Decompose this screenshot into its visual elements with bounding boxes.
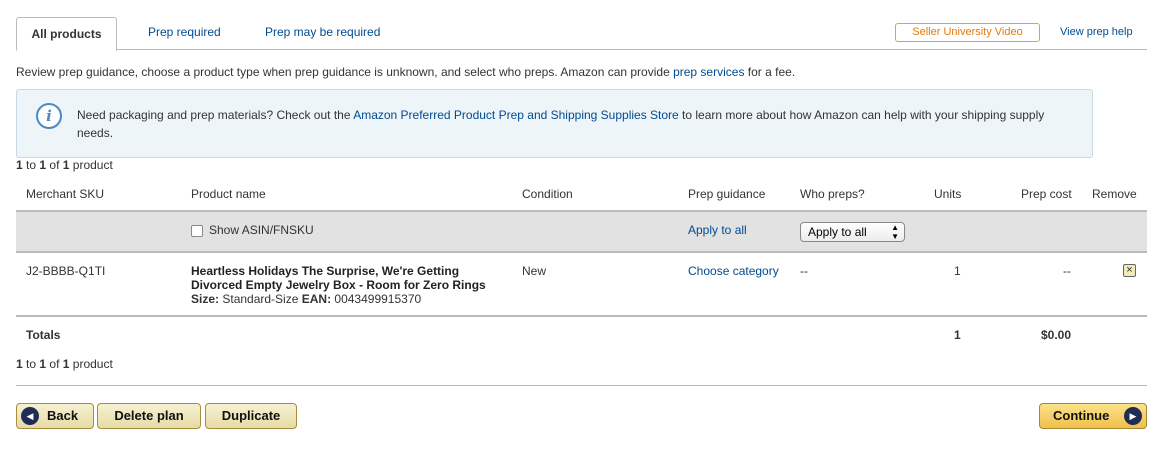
duplicate-button[interactable]: Duplicate xyxy=(205,403,297,429)
row-condition: New xyxy=(522,264,547,278)
prep-services-link[interactable]: prep services xyxy=(673,65,744,79)
row-product-name: Heartless Holidays The Surprise, We're G… xyxy=(191,264,486,292)
product-count-top: 1 to 1 of 1 product xyxy=(16,158,113,172)
back-button-label: Back xyxy=(47,408,79,423)
info-icon: i xyxy=(36,103,62,129)
continue-button-label: Continue xyxy=(1053,408,1110,423)
info-text: Need packaging and prep materials? Check… xyxy=(77,106,1077,142)
row-product-details: Size: Standard-Size EAN: 0043499915370 xyxy=(191,292,422,306)
back-button[interactable]: ◀ Back xyxy=(16,403,94,429)
header-prep-cost: Prep cost xyxy=(1021,187,1072,201)
table-header: Merchant SKU Product name Condition Prep… xyxy=(16,177,1147,212)
header-condition: Condition xyxy=(522,187,573,201)
totals-units: 1 xyxy=(954,328,961,342)
who-preps-select-value: Apply to all xyxy=(808,225,867,239)
info-text-before: Need packaging and prep materials? Check… xyxy=(77,108,354,122)
view-prep-help-link[interactable]: View prep help xyxy=(1060,23,1133,42)
tab-prep-may-be-required[interactable]: Prep may be required xyxy=(265,16,380,50)
intro-text: Review prep guidance, choose a product t… xyxy=(16,65,795,79)
header-prep-guidance[interactable]: Prep guidance xyxy=(688,187,765,201)
product-count-bottom: 1 to 1 of 1 product xyxy=(16,357,113,371)
row-who-preps: -- xyxy=(800,264,808,278)
supplies-store-link[interactable]: Amazon Preferred Product Prep and Shippi… xyxy=(353,108,679,122)
info-box: i Need packaging and prep materials? Che… xyxy=(16,89,1093,158)
row-sku: J2-BBBB-Q1TI xyxy=(26,264,106,278)
header-remove: Remove xyxy=(1092,187,1137,201)
tab-prep-required[interactable]: Prep required xyxy=(148,16,221,50)
row-prep-cost: -- xyxy=(1063,264,1071,278)
show-asin-checkbox[interactable] xyxy=(191,225,203,237)
divider xyxy=(16,385,1147,386)
table-row: J2-BBBB-Q1TI Heartless Holidays The Surp… xyxy=(16,255,1147,317)
show-asin-label: Show ASIN/FNSKU xyxy=(209,223,314,237)
remove-row-icon[interactable]: × xyxy=(1123,264,1136,277)
who-preps-select[interactable]: Apply to all ▲ ▼ xyxy=(800,222,905,242)
back-arrow-icon: ◀ xyxy=(21,407,39,425)
intro-text-after: for a fee. xyxy=(744,65,796,79)
tab-bar: All products Prep required Prep may be r… xyxy=(16,16,1147,51)
row-choose-category-link[interactable]: Choose category xyxy=(688,264,779,278)
filter-row: Show ASIN/FNSKU Apply to all Apply to al… xyxy=(16,212,1147,253)
row-product-name-block: Heartless Holidays The Surprise, We're G… xyxy=(191,264,501,306)
select-arrows-icon: ▲ ▼ xyxy=(891,223,899,241)
seller-university-video-button[interactable]: Seller University Video xyxy=(895,23,1040,42)
header-merchant-sku: Merchant SKU xyxy=(26,187,105,201)
continue-arrow-icon: ▶ xyxy=(1124,407,1142,425)
header-units: Units xyxy=(934,187,962,201)
header-product-name: Product name xyxy=(191,187,266,201)
continue-button[interactable]: Continue ▶ xyxy=(1039,403,1147,429)
totals-label: Totals xyxy=(26,328,61,342)
delete-plan-button[interactable]: Delete plan xyxy=(97,403,201,429)
tab-all-products[interactable]: All products xyxy=(16,17,117,51)
apply-to-all-link[interactable]: Apply to all xyxy=(688,223,747,237)
totals-prep-cost: $0.00 xyxy=(1041,328,1072,342)
header-who-preps: Who preps? xyxy=(800,187,865,201)
row-units: 1 xyxy=(954,264,961,278)
intro-text-before: Review prep guidance, choose a product t… xyxy=(16,65,674,79)
totals-row: Totals 1 $0.00 xyxy=(16,319,1147,349)
